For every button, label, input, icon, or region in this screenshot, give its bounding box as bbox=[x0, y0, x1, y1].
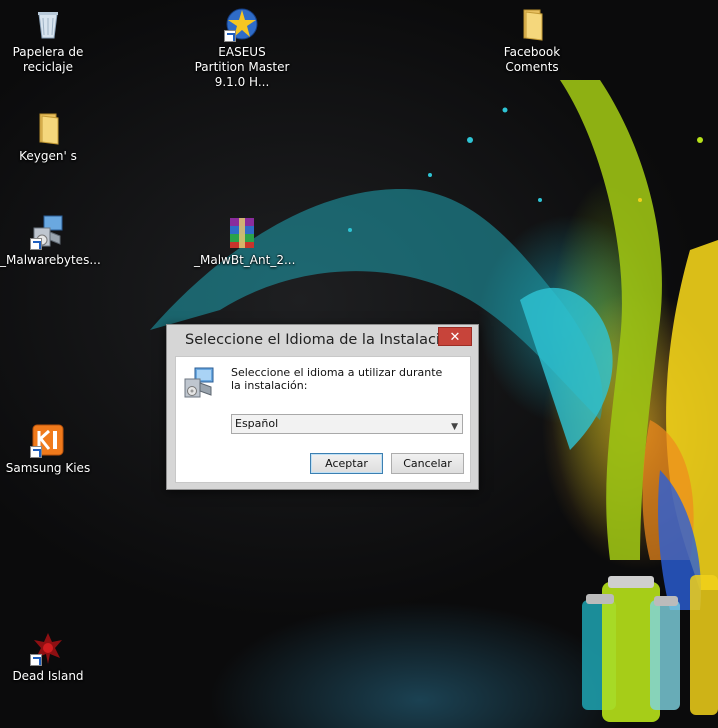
kies-icon bbox=[30, 422, 66, 458]
dialog-prompt: Seleccione el idioma a utilizar durante … bbox=[231, 366, 443, 392]
installer-icon bbox=[30, 214, 66, 250]
desktop-icon-easeus[interactable]: EASEUS Partition Master 9.1.0 H... bbox=[194, 6, 290, 90]
dialog-client-area: Seleccione el idioma a utilizar durante … bbox=[175, 356, 471, 483]
desktop-icon-label: Papelera de reciclaje bbox=[12, 45, 84, 74]
desktop-icon-label: Facebook Coments bbox=[503, 45, 561, 74]
dialog-title: Seleccione el Idioma de la Instalación bbox=[185, 332, 459, 348]
dialog-titlebar[interactable]: Seleccione el Idioma de la Instalación ✕ bbox=[167, 325, 478, 357]
language-selected-value: Español bbox=[235, 417, 279, 430]
shortcut-arrow-icon bbox=[30, 654, 42, 666]
folder-icon bbox=[30, 110, 66, 146]
language-dropdown[interactable]: Español ▼ bbox=[231, 414, 463, 434]
chevron-down-icon[interactable]: ▼ bbox=[451, 418, 458, 436]
dead-island-icon bbox=[30, 630, 66, 666]
desktop-icon-keygens[interactable]: Keygen' s bbox=[0, 110, 96, 164]
language-select-dialog: Seleccione el Idioma de la Instalación ✕… bbox=[166, 324, 479, 490]
desktop-icon-malwarebytes-setup[interactable]: _Malwarebytes... bbox=[0, 214, 101, 268]
desktop-icon-malwbt-archive[interactable]: _MalwBt_Ant_2... bbox=[194, 214, 296, 268]
easeus-icon bbox=[224, 6, 260, 42]
recycle-bin-icon bbox=[30, 6, 66, 42]
shortcut-arrow-icon bbox=[30, 238, 42, 250]
winrar-icon bbox=[224, 214, 260, 250]
cancel-button[interactable]: Cancelar bbox=[391, 453, 464, 474]
desktop-icon-label: _Malwarebytes... bbox=[0, 253, 101, 267]
close-button[interactable]: ✕ bbox=[438, 327, 472, 346]
desktop-icon-label: _MalwBt_Ant_2... bbox=[194, 253, 296, 267]
folder-icon bbox=[514, 6, 550, 42]
shortcut-arrow-icon bbox=[30, 446, 42, 458]
ok-button[interactable]: Aceptar bbox=[310, 453, 383, 474]
desktop-icon-facebook-coments[interactable]: Facebook Coments bbox=[484, 6, 580, 75]
setup-installer-icon bbox=[182, 366, 216, 400]
desktop-icon-dead-island[interactable]: Dead Island bbox=[0, 630, 96, 684]
desktop-icon-label: EASEUS Partition Master 9.1.0 H... bbox=[194, 45, 290, 89]
desktop-icon-recycle-bin[interactable]: Papelera de reciclaje bbox=[0, 6, 96, 75]
shortcut-arrow-icon bbox=[224, 30, 236, 42]
desktop-icon-label: Dead Island bbox=[12, 669, 84, 683]
desktop-icon-label: Keygen' s bbox=[19, 149, 77, 163]
desktop-icon-samsung-kies[interactable]: Samsung Kies bbox=[0, 422, 96, 476]
desktop-icon-label: Samsung Kies bbox=[5, 461, 91, 475]
